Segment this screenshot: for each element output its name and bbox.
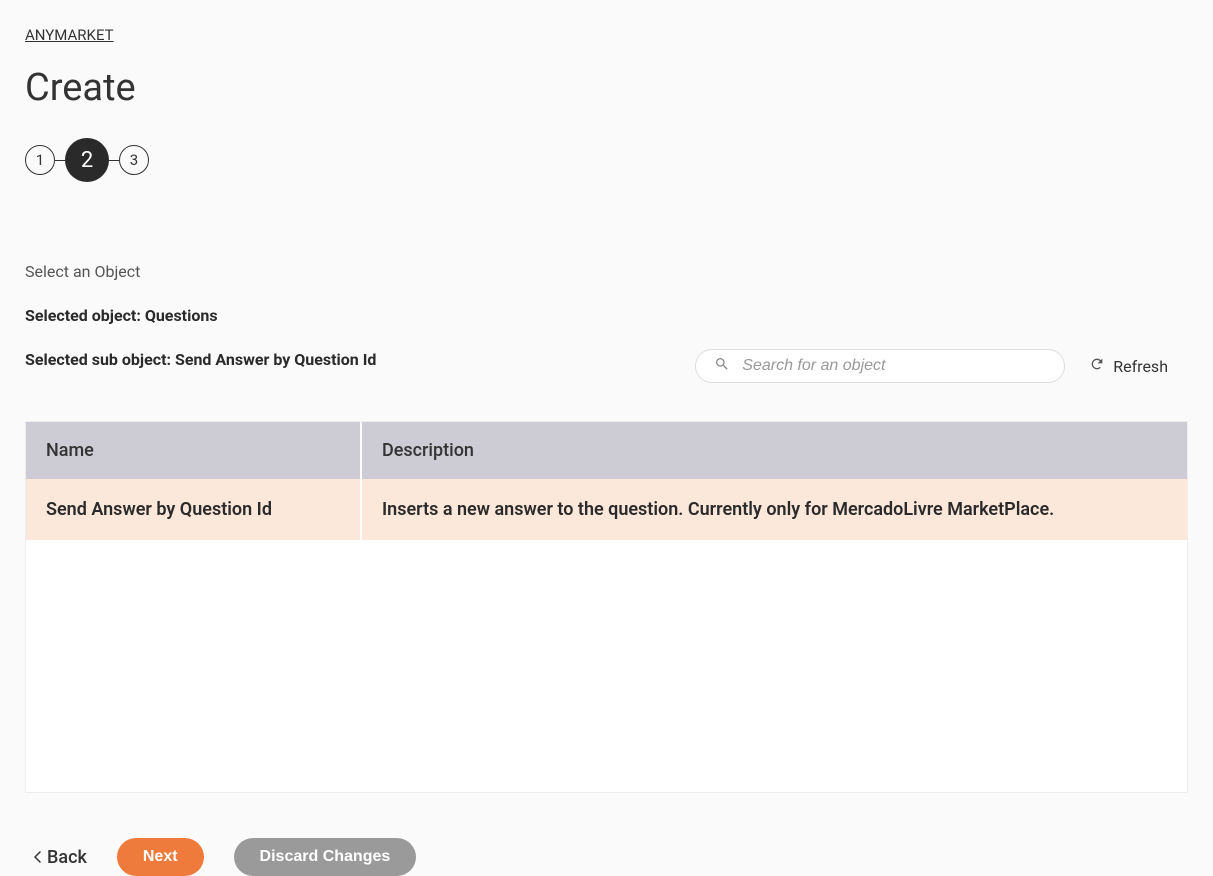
step-connector [55,160,65,161]
section-label: Select an Object [25,262,1188,281]
step-2[interactable]: 2 [65,138,109,182]
table-header-row: Name Description [26,422,1187,479]
table-row[interactable]: Send Answer by Question Id Inserts a new… [26,479,1187,540]
back-label: Back [47,847,87,868]
step-connector [109,160,119,161]
selected-object-line: Selected object: Questions [25,306,1188,325]
column-header-description[interactable]: Description [361,422,1187,479]
page-title: Create [25,66,1188,110]
refresh-label: Refresh [1113,357,1168,376]
search-icon [714,356,730,376]
cell-description: Inserts a new answer to the question. Cu… [361,479,1187,540]
next-button[interactable]: Next [117,838,204,876]
refresh-icon [1089,356,1105,376]
search-input[interactable] [742,357,1046,375]
search-container[interactable] [695,349,1065,383]
breadcrumb-link[interactable]: ANYMARKET [25,26,114,44]
step-3[interactable]: 3 [119,145,149,175]
step-1[interactable]: 1 [25,145,55,175]
refresh-button[interactable]: Refresh [1089,356,1168,376]
back-button[interactable]: Back [33,847,87,868]
object-table: Name Description Send Answer by Question… [25,421,1188,793]
column-header-name[interactable]: Name [26,422,361,479]
chevron-left-icon [33,847,41,868]
cell-name: Send Answer by Question Id [26,479,361,540]
stepper: 1 2 3 [25,138,1188,182]
discard-changes-button[interactable]: Discard Changes [234,838,417,876]
footer-actions: Back Next Discard Changes [25,838,1188,876]
